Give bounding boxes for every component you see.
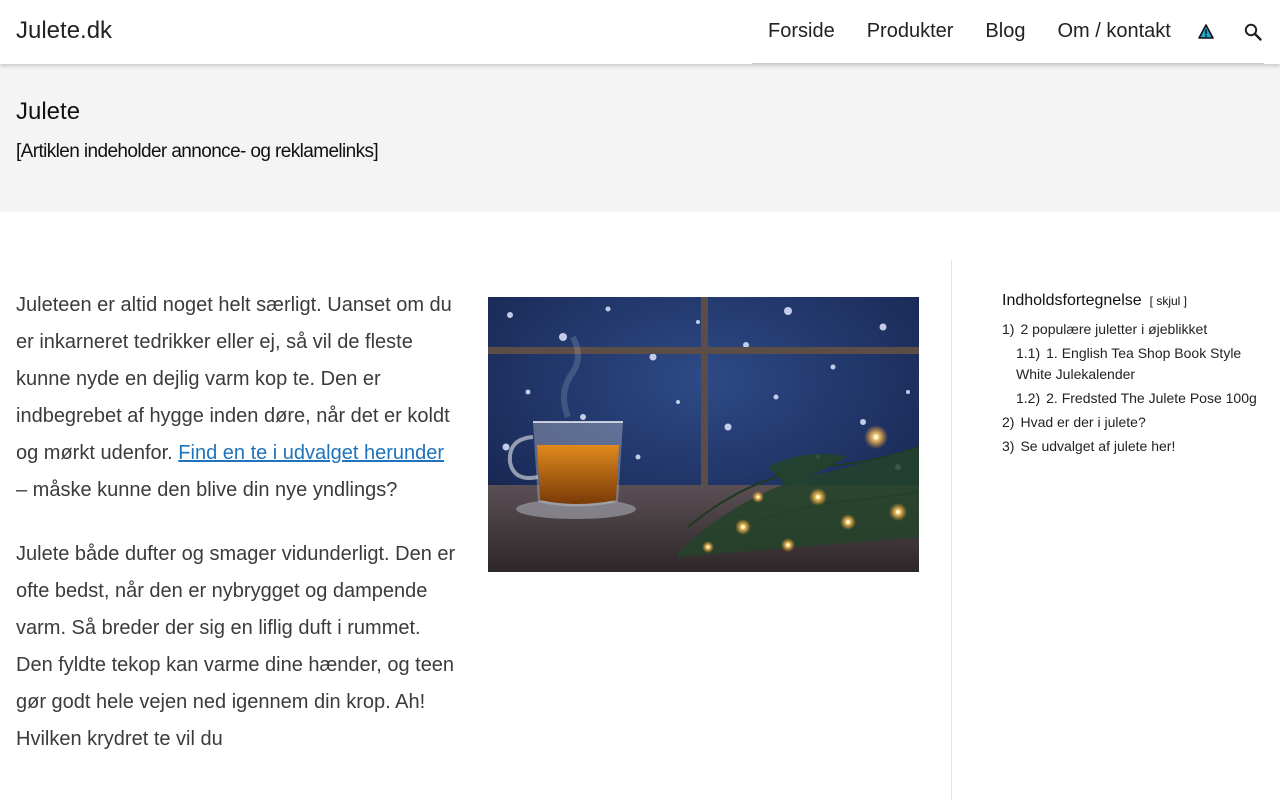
paragraph-text: – måske kunne den blive din nye yndlings…: [16, 479, 398, 501]
toc-item-label: 2 populære juletter i øjeblikket: [1020, 321, 1208, 337]
toc-item-label: 1. English Tea Shop Book Style White Jul…: [1016, 345, 1242, 382]
site-title-link[interactable]: Julete.dk: [16, 17, 112, 45]
paragraph-text: Juleteen er altid noget helt særligt. Ua…: [16, 294, 452, 464]
page-hero: Julete [Artiklen indeholder annonce- og …: [0, 64, 1280, 212]
nav-item-om-kontakt[interactable]: Om / kontakt: [1057, 20, 1170, 43]
toc-item-number: 1): [1002, 321, 1015, 337]
toc-item[interactable]: 2) Hvad er der i julete?: [1002, 412, 1264, 433]
nav-item-blog[interactable]: Blog: [985, 20, 1025, 43]
warning-triangle-icon[interactable]: [1196, 22, 1216, 42]
toc-item-label: Se udvalget af julete her!: [1020, 438, 1176, 454]
tea-cup-christmas-image: [488, 297, 920, 572]
toc-item[interactable]: 3) Se udvalget af julete her!: [1002, 436, 1264, 457]
main-nav: Forside Produkter Blog Om / kontakt: [752, 0, 1264, 64]
toc-item[interactable]: 1) 2 populære juletter i øjeblikket: [1002, 319, 1264, 340]
toc-toggle-button[interactable]: [ skjul ]: [1150, 294, 1187, 308]
product-list-link[interactable]: Find en te i udvalget herunder: [178, 442, 444, 464]
nav-item-forside[interactable]: Forside: [768, 20, 835, 43]
toc-item-number: 1.1): [1016, 345, 1041, 361]
toc-title: Indholdsfortegnelse: [1002, 292, 1142, 309]
toc-item[interactable]: 1.1) 1. English Tea Shop Book Style White…: [1002, 343, 1264, 385]
search-icon[interactable]: [1243, 22, 1263, 42]
page-title: Julete: [16, 98, 81, 125]
nav-item-produkter[interactable]: Produkter: [867, 20, 954, 43]
toc-item-number: 1.2): [1016, 390, 1041, 406]
toc-item[interactable]: 1.2) 2. Fredsted The Julete Pose 100g: [1002, 388, 1264, 409]
article-paragraph-2: Julete både dufter og smager vidunderlig…: [16, 543, 456, 750]
site-header: Julete.dk Forside Produkter Blog Om / ko…: [0, 0, 1280, 64]
sidebar-divider: [951, 260, 952, 800]
table-of-contents: Indholdsfortegnelse [ skjul ] 1) 2 populæ…: [1002, 292, 1264, 460]
toc-item-number: 3): [1002, 438, 1015, 454]
article-paragraph-1: Juleteen er altid noget helt særligt. Ua…: [16, 287, 456, 509]
article-body: Juleteen er altid noget helt særligt. Ua…: [16, 287, 456, 785]
toc-list: 1) 2 populære juletter i øjeblikket 1.1) 1…: [1002, 319, 1264, 457]
toc-header: Indholdsfortegnelse [ skjul ]: [1002, 292, 1264, 310]
toc-item-number: 2): [1002, 414, 1015, 430]
ad-disclaimer: [Artiklen indeholder annonce- og reklame…: [16, 141, 379, 162]
toc-item-label: 2. Fredsted The Julete Pose 100g: [1046, 390, 1257, 406]
toc-item-label: Hvad er der i julete?: [1020, 414, 1146, 430]
